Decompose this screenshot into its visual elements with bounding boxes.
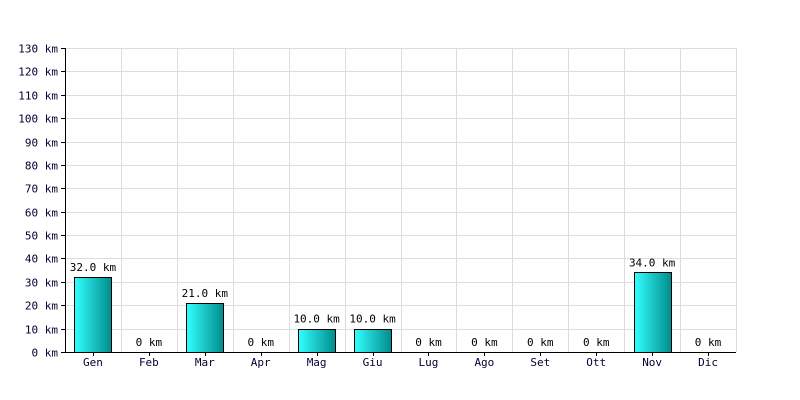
y-tick-label: 70 km <box>25 183 58 196</box>
data-label-dic: 0 km <box>695 336 722 349</box>
data-label-ott: 0 km <box>583 336 610 349</box>
chart-container: 0 km 10 km 20 km 30 km 40 km 50 km 60 km 70 km 8… <box>0 0 800 400</box>
y-tick-label: 90 km <box>25 137 58 150</box>
y-tick-label: 130 km <box>18 43 58 56</box>
bar-giu <box>354 329 392 353</box>
y-tick-label: 60 km <box>25 207 58 220</box>
y-tick-label: 110 km <box>18 90 58 103</box>
y-tick-labels: 0 km 10 km 20 km 30 km 40 km 50 km 60 km 70 km 8… <box>18 43 58 360</box>
data-labels: 32.0 km 0 km 21.0 km 0 km 10.0 km 10.0 km 0 km… <box>70 256 722 349</box>
y-tick-label: 40 km <box>25 253 58 266</box>
x-tick-label-mar: Mar <box>195 356 215 369</box>
y-tick-label: 20 km <box>25 300 58 313</box>
data-label-feb: 0 km <box>136 336 163 349</box>
data-label-set: 0 km <box>527 336 554 349</box>
y-tick-label: 50 km <box>25 230 58 243</box>
data-label-nov: 34.0 km <box>629 256 676 269</box>
bar-chart: 0 km 10 km 20 km 30 km 40 km 50 km 60 km 70 km 8… <box>18 43 737 369</box>
x-tick-label-feb: Feb <box>139 356 159 369</box>
x-tick-label-dic: Dic <box>698 356 718 369</box>
data-label-mag: 10.0 km <box>293 313 340 326</box>
bar-mar <box>186 303 224 353</box>
x-tick-label-mag: Mag <box>307 356 327 369</box>
data-label-gen: 32.0 km <box>70 261 117 274</box>
bar-mag <box>298 329 336 353</box>
x-tick-label-lug: Lug <box>419 356 439 369</box>
data-label-apr: 0 km <box>247 336 274 349</box>
x-tick-label-nov: Nov <box>642 356 662 369</box>
y-tick-label: 30 km <box>25 277 58 290</box>
bar-gen <box>74 277 112 353</box>
x-tick-label-ott: Ott <box>586 356 606 369</box>
bar-nov <box>634 272 672 353</box>
data-label-giu: 10.0 km <box>349 313 396 326</box>
x-tick-labels: Gen Feb Mar Apr Mag Giu Lug Ago Set Ott Nov Dic <box>83 356 718 369</box>
x-tick-label-gen: Gen <box>83 356 103 369</box>
data-label-ago: 0 km <box>471 336 498 349</box>
x-tick-label-set: Set <box>530 356 550 369</box>
y-tick-label: 100 km <box>18 113 58 126</box>
y-tick-label: 0 km <box>32 347 59 360</box>
x-tick-label-apr: Apr <box>251 356 271 369</box>
x-tick-label-giu: Giu <box>363 356 383 369</box>
x-tick-label-ago: Ago <box>474 356 494 369</box>
y-tick-label: 120 km <box>18 66 58 79</box>
data-label-mar: 21.0 km <box>182 287 229 300</box>
y-tick-label: 80 km <box>25 160 58 173</box>
y-tick-label: 10 km <box>25 324 58 337</box>
data-label-lug: 0 km <box>415 336 442 349</box>
